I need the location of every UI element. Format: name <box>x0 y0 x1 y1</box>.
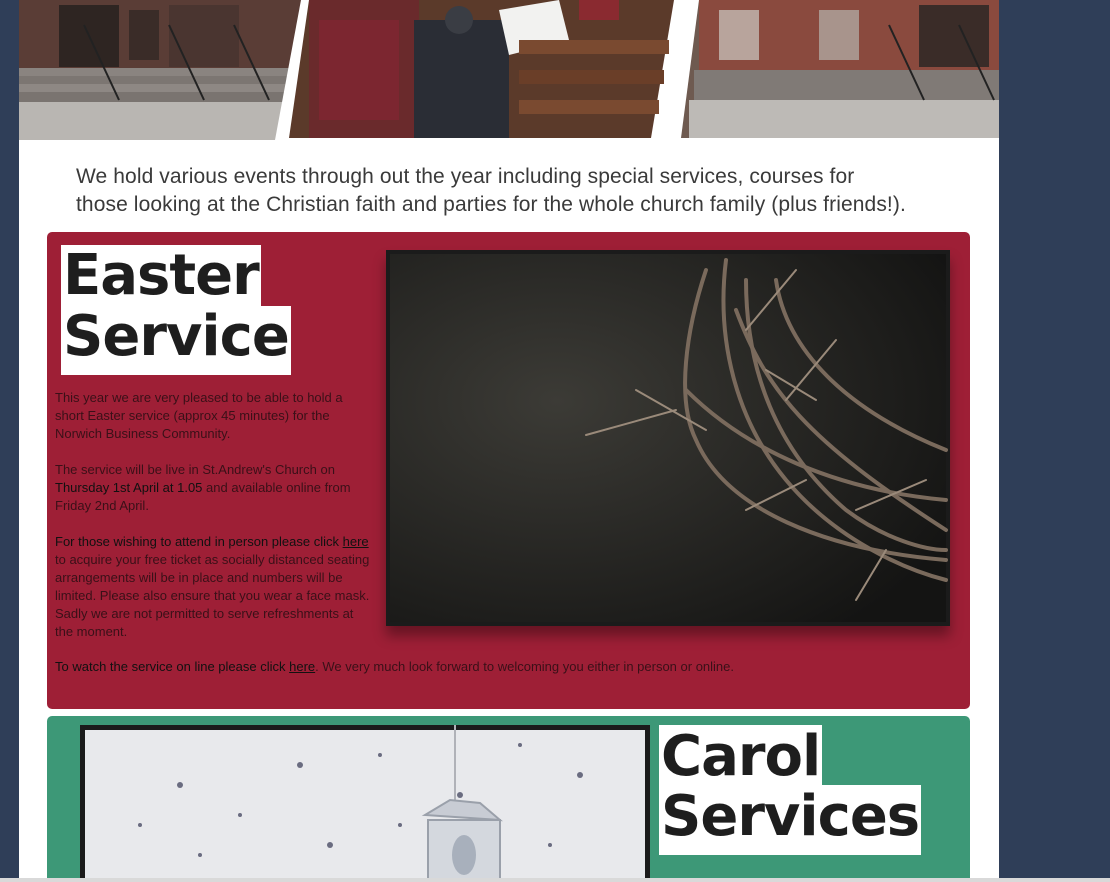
easter-paragraph-1: This year we are very pleased to be able… <box>55 390 343 441</box>
easter-p2-text-a: The service will be live in St.Andrew's … <box>55 462 335 477</box>
intro-text: We hold various events through out the y… <box>76 163 966 219</box>
easter-service-date: Thursday 1st April at 1.05 <box>55 480 203 495</box>
carol-title-box-line-1: Carol <box>659 725 823 789</box>
easter-p3-text-b: to acquire your free ticket as socially … <box>55 552 370 639</box>
intro-line-1: We hold various events through out the y… <box>76 165 855 188</box>
watch-text-a: To watch the service on line please clic… <box>55 659 290 674</box>
easter-service-panel: Easter Service This year we are very ple… <box>47 232 970 709</box>
ticket-here-link[interactable]: here <box>343 534 369 549</box>
easter-title-line-1: Easter <box>63 243 260 308</box>
window-bottom-edge <box>0 878 1110 882</box>
easter-p3-text-a: For those wishing to attend in person pl… <box>55 534 343 549</box>
hero-photo-church-right <box>674 0 999 140</box>
easter-paragraph-2: The service will be live in St.Andrew's … <box>55 461 375 515</box>
carol-title-line-2: Services <box>661 784 920 849</box>
intro-line-2: those looking at the Christian faith and… <box>76 193 906 216</box>
easter-paragraph-3: For those wishing to attend in person pl… <box>55 533 375 641</box>
watch-online-here-link[interactable]: here <box>289 659 315 674</box>
easter-description: This year we are very pleased to be able… <box>55 389 375 659</box>
watch-text-b: . We very much look forward to welcoming… <box>315 659 734 674</box>
easter-watch-online: To watch the service on line please clic… <box>55 658 955 676</box>
page-content: We hold various events through out the y… <box>19 0 999 882</box>
hero-photo-congregation <box>275 0 683 140</box>
hero-banner-image <box>19 0 999 140</box>
crown-of-thorns-image <box>386 250 950 626</box>
carol-snowy-lantern-image <box>80 725 650 882</box>
hero-photo-church-left <box>19 0 309 140</box>
easter-title-box-line-1: Easter <box>61 245 261 307</box>
easter-title-box-line-2: Service <box>61 306 291 375</box>
carol-services-panel: Carol Services <box>47 716 970 882</box>
easter-title-line-2: Service <box>63 304 290 369</box>
carol-title-box-line-2: Services <box>659 784 922 855</box>
carol-title-line-1: Carol <box>661 724 821 789</box>
